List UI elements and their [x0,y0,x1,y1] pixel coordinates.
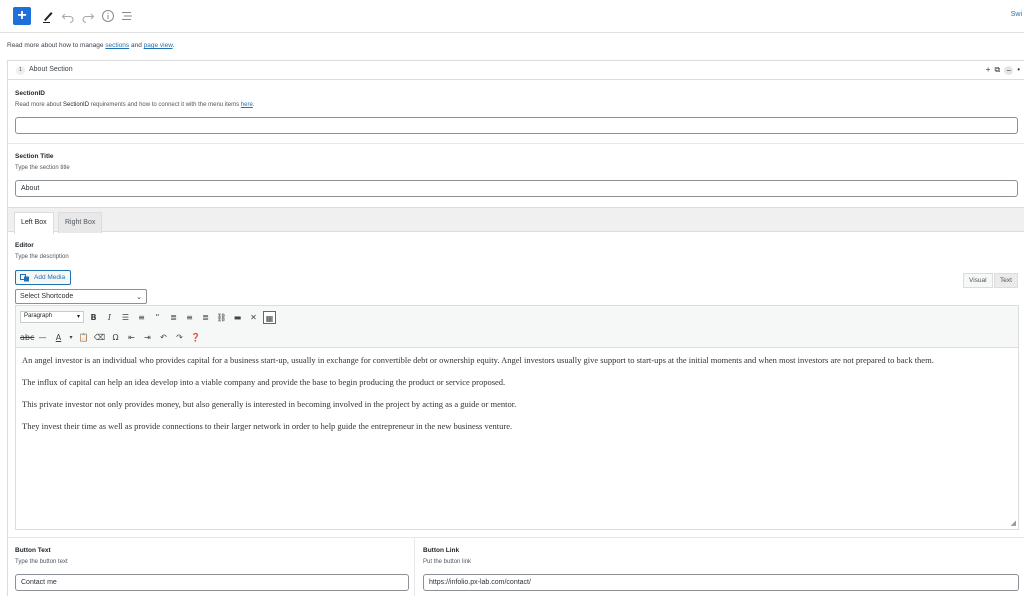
blockquote-icon[interactable]: “ [151,311,164,324]
toolbar-row-1: Paragraph ▾ B I ☰ ≡ “ ≣ ≡ ≣ ⛓ ▬ ✕ ▦ [20,309,276,325]
button-link-input[interactable]: https://infolio.px-lab.com/contact/ [423,574,1019,591]
numbered-list-icon[interactable]: ≡ [135,311,148,324]
text-color-dropdown-icon[interactable]: ▾ [68,331,74,344]
section-header[interactable]: 1 About Section + ⧉ − • [8,61,1024,80]
outdent-icon[interactable]: ⇤ [125,331,138,344]
paragraph: They invest their time as well as provid… [22,421,513,431]
read-more-icon[interactable]: ▬ [231,311,244,324]
section-id-help-link[interactable]: here [241,102,253,108]
redo-icon[interactable] [80,8,96,24]
shortcode-select[interactable]: Select Shortcode ⌄ [15,289,147,304]
section-actions: + ⧉ − • [986,65,1020,75]
tab-right-box[interactable]: Right Box [58,212,103,233]
button-link-label: Button Link [423,547,460,554]
text-color-icon[interactable]: A [52,331,65,344]
add-block-button[interactable]: + [13,7,31,25]
shortcode-value: Select Shortcode [20,293,74,300]
button-text-description: Type the button text [15,559,68,565]
fullscreen-icon[interactable]: ✕ [247,311,260,324]
desc-text: . [252,102,255,108]
section-id-label: SectionID [15,90,45,97]
box-tabs: Left Box Right Box [8,207,1024,234]
indent-icon[interactable]: ⇥ [141,331,154,344]
paragraph: This private investor not only provides … [22,399,517,409]
resize-handle-icon[interactable]: ◢ [1011,519,1016,527]
edit-pencil-icon[interactable] [40,8,56,24]
editor-label: Editor [15,242,34,249]
add-section-icon[interactable]: + [986,65,991,75]
paste-text-icon[interactable]: 📋 [77,331,90,344]
editor-content[interactable]: An angel investor is an individual who p… [16,348,1018,448]
clear-formatting-icon[interactable]: ⌫ [93,331,106,344]
tab-left-box[interactable]: Left Box [14,212,54,234]
switch-link[interactable]: Swi [1011,11,1022,18]
horizontal-line-icon[interactable]: — [36,331,49,344]
format-value: Paragraph [24,313,53,319]
section-id-input[interactable] [15,117,1018,134]
text-mode-tab[interactable]: Text [994,273,1018,288]
page-view-link[interactable]: page view [144,42,173,49]
paragraph: The influx of capital can help an idea d… [22,377,506,387]
format-select[interactable]: Paragraph ▾ [20,311,84,323]
desc-bold: SectionID [63,102,90,108]
section-title-input[interactable]: About [15,180,1018,197]
italic-icon[interactable]: I [103,311,116,324]
desc-text: requirements and how to connect it with … [89,102,241,108]
special-character-icon[interactable]: Ω [109,331,122,344]
toolbar-toggle-icon[interactable]: ▦ [263,310,276,324]
add-media-button[interactable]: Add Media [15,270,72,285]
section-id-description: Read more about SectionID requirements a… [15,102,254,108]
paragraph: An angel investor is an individual who p… [22,355,934,365]
strikethrough-icon[interactable]: abc [20,331,34,344]
undo-icon[interactable]: ↶ [157,331,170,344]
info-icon[interactable] [100,8,116,24]
bullet-list-icon[interactable]: ☰ [119,311,132,324]
help-text: and [129,42,144,49]
help-text: . [172,42,175,49]
rich-text-editor: Paragraph ▾ B I ☰ ≡ “ ≣ ≡ ≣ ⛓ ▬ ✕ ▦ abc … [15,305,1019,530]
editor-top-toolbar: + Swi [0,0,1024,33]
section-title-field-label: Section Title [15,153,54,160]
visual-mode-tab[interactable]: Visual [963,273,993,288]
undo-icon[interactable] [60,8,76,24]
section-number-badge: 1 [16,66,25,75]
editor-description: Type the description [15,254,69,260]
editor-toolbar: Paragraph ▾ B I ☰ ≡ “ ≣ ≡ ≣ ⛓ ▬ ✕ ▦ abc … [16,306,1018,348]
divider [8,537,1024,538]
insert-link-icon[interactable]: ⛓ [215,311,228,324]
column-divider [414,537,415,596]
sections-link[interactable]: sections [105,42,129,49]
collapse-section-icon[interactable]: • [1017,65,1020,75]
bold-icon[interactable]: B [87,311,100,324]
remove-section-icon[interactable]: − [1004,65,1014,75]
help-icon[interactable]: ❓ [189,331,202,344]
caret-down-icon: ▾ [76,314,80,320]
list-view-icon[interactable] [119,8,135,24]
chevron-down-icon: ⌄ [136,294,142,301]
align-center-icon[interactable]: ≡ [183,311,196,324]
help-text: Read more about how to manage [7,42,106,49]
align-right-icon[interactable]: ≣ [199,311,212,324]
button-text-label: Button Text [15,547,51,554]
redo-icon[interactable]: ↷ [173,331,186,344]
manage-sections-help: Read more about how to manage sections a… [7,42,174,49]
duplicate-section-icon[interactable]: ⧉ [994,65,1000,75]
desc-text: Read more about [15,102,64,108]
section-title-label: About Section [29,66,73,73]
button-link-description: Put the button link [423,559,472,565]
about-section-panel: 1 About Section + ⧉ − • SectionID Read m… [7,60,1024,596]
toolbar-row-2: abc — A ▾ 📋 ⌫ Ω ⇤ ⇥ ↶ ↷ ❓ [20,329,202,345]
divider [8,143,1024,144]
add-media-icon [20,274,30,282]
add-media-label: Add Media [34,274,66,281]
section-title-description: Type the section title [15,165,70,171]
align-left-icon[interactable]: ≣ [167,311,180,324]
button-text-input[interactable]: Contact me [15,574,409,591]
